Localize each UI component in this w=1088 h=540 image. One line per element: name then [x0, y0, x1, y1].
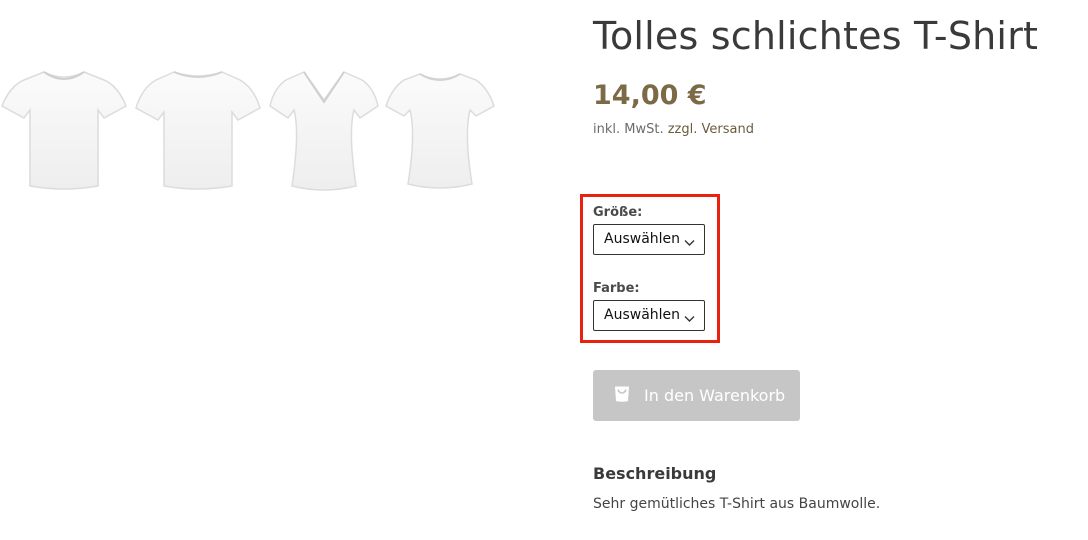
color-select-value: Auswählen — [604, 307, 681, 323]
tshirt-wide-neck-icon[interactable] — [134, 62, 262, 194]
tax-note: inkl. MwSt. zzgl. Versand — [593, 122, 754, 137]
add-to-cart-button[interactable]: In den Warenkorb — [593, 370, 800, 421]
size-select-value: Auswählen — [604, 231, 681, 247]
description-heading: Beschreibung — [593, 464, 717, 483]
add-to-cart-label: In den Warenkorb — [644, 386, 786, 405]
tshirt-crew-neck-icon[interactable] — [0, 62, 128, 194]
product-title: Tolles schlichtes T-Shirt — [593, 14, 1039, 58]
product-gallery — [0, 62, 500, 202]
variations-box: Größe: Auswählen Farbe: Auswählen — [580, 194, 720, 343]
size-select[interactable]: Auswählen — [593, 224, 705, 255]
shipping-link[interactable]: zzgl. Versand — [668, 122, 754, 137]
color-label: Farbe: — [593, 281, 640, 296]
tshirt-fitted-icon[interactable] — [384, 62, 496, 194]
chevron-down-icon — [684, 235, 695, 251]
tax-note-label: inkl. MwSt. — [593, 122, 664, 137]
shopping-bag-icon — [613, 385, 631, 407]
product-price: 14,00 € — [593, 80, 707, 111]
description-text: Sehr gemütliches T-Shirt aus Baumwolle. — [593, 496, 881, 512]
tshirt-v-neck-icon[interactable] — [268, 62, 380, 194]
color-select[interactable]: Auswählen — [593, 300, 705, 331]
size-label: Größe: — [593, 205, 643, 220]
chevron-down-icon — [684, 311, 695, 327]
